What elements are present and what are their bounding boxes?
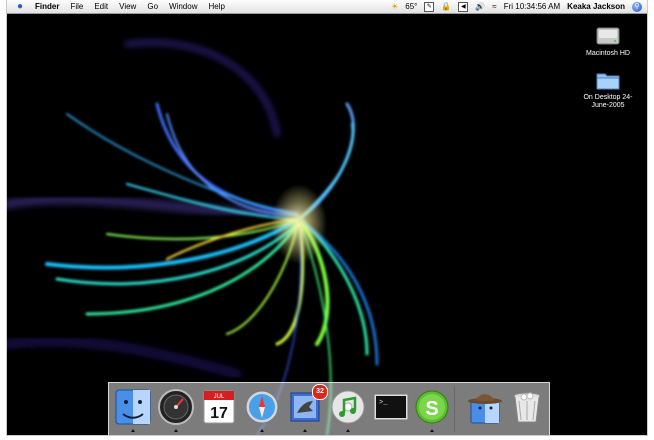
- running-indicator: [260, 429, 264, 432]
- clock-text[interactable]: Fri 10:34:56 AM: [504, 2, 560, 11]
- running-indicator: [430, 429, 434, 432]
- lock-icon[interactable]: 🔒: [441, 1, 451, 12]
- dock-item-mail[interactable]: 32: [285, 384, 328, 432]
- skype-icon: S: [415, 390, 449, 424]
- dashboard-icon: [158, 389, 194, 425]
- running-indicator: [131, 429, 135, 432]
- dock-item-safari[interactable]: [242, 387, 282, 432]
- folder-icon: [596, 73, 620, 90]
- desktop-icon-label: Macintosh HD: [586, 50, 630, 57]
- volume-icon[interactable]: 🔊: [475, 1, 485, 12]
- menu-view[interactable]: View: [119, 2, 136, 11]
- hard-drive-icon: [596, 27, 620, 45]
- ical-icon: JUL 17: [203, 390, 235, 424]
- user-name[interactable]: Keaka Jackson: [567, 2, 625, 11]
- dock-item-terminal[interactable]: >_: [371, 387, 411, 427]
- running-indicator: [174, 429, 178, 432]
- screen: ● Finder File Edit View Go Window Help ☀…: [7, 0, 647, 435]
- dock-item-finder[interactable]: [113, 387, 153, 432]
- dock-item-ical[interactable]: JUL 17: [199, 387, 239, 427]
- unread-badge: 32: [312, 384, 328, 400]
- menu-app-name[interactable]: Finder: [35, 2, 59, 11]
- finder-icon: [115, 389, 151, 425]
- ical-month: JUL: [214, 394, 225, 400]
- weather-icon[interactable]: ☀: [391, 1, 398, 12]
- dock-item-itunes[interactable]: [328, 387, 368, 432]
- svg-text:S: S: [425, 398, 438, 420]
- dock: JUL 17 32 >_ S: [108, 382, 550, 435]
- wifi-icon[interactable]: ≈: [492, 1, 496, 12]
- ical-date: 17: [210, 405, 228, 422]
- desktop-icon-label: On Desktop 24-June-2005: [583, 94, 633, 109]
- spy-finder-icon: [468, 394, 502, 424]
- dock-item-inspector[interactable]: [465, 387, 505, 427]
- running-indicator: [346, 429, 350, 432]
- itunes-icon: [331, 390, 365, 424]
- trash-icon: [513, 392, 541, 423]
- menu-extras: ☀ 65° ✎ 🔒 ◀ 🔊 ≈ Fri 10:34:56 AM Keaka Ja…: [391, 1, 647, 12]
- menu-help[interactable]: Help: [208, 2, 224, 11]
- menu-bar: ● Finder File Edit View Go Window Help ☀…: [7, 0, 647, 14]
- safari-icon: [245, 390, 279, 424]
- desktop-wallpaper: [7, 14, 647, 435]
- apple-menu-icon[interactable]: ●: [13, 1, 27, 12]
- menu-window[interactable]: Window: [169, 2, 197, 11]
- menu-edit[interactable]: Edit: [94, 2, 108, 11]
- running-indicator: [303, 429, 307, 432]
- dock-item-skype[interactable]: S: [412, 387, 452, 432]
- dock-item-dashboard[interactable]: [156, 387, 196, 432]
- dock-separator: [454, 386, 455, 432]
- script-menu-icon[interactable]: ✎: [424, 1, 435, 12]
- desktop-icon-macintosh-hd[interactable]: Macintosh HD: [575, 24, 641, 58]
- temperature-text: 65°: [405, 2, 418, 11]
- menu-go[interactable]: Go: [147, 2, 158, 11]
- spotlight-icon[interactable]: ⚲: [632, 1, 642, 12]
- svg-text:>_: >_: [379, 399, 388, 407]
- dock-item-trash[interactable]: [507, 387, 547, 427]
- terminal-icon: >_: [373, 393, 409, 421]
- display-icon[interactable]: ◀: [458, 1, 469, 12]
- desktop-icon-folder[interactable]: On Desktop 24-June-2005: [575, 68, 641, 110]
- menu-file[interactable]: File: [70, 2, 83, 11]
